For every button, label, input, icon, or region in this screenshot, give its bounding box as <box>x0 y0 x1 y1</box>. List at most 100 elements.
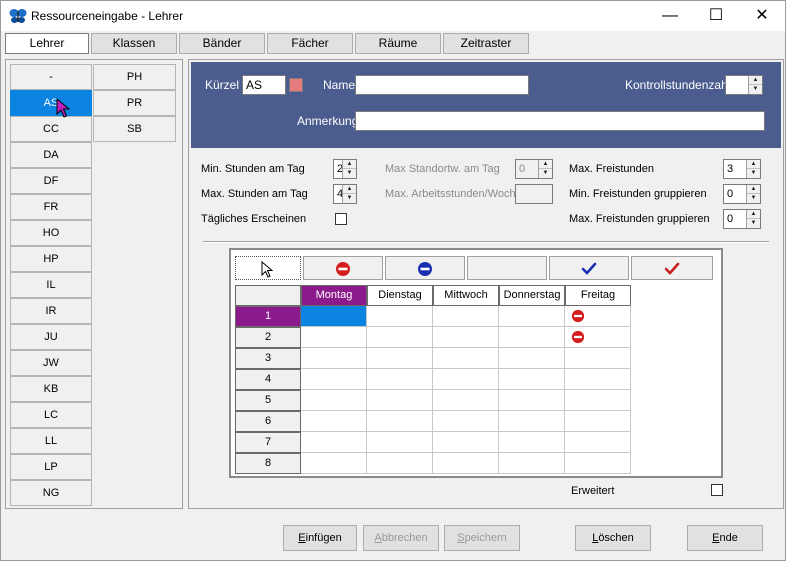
timetable-cell[interactable] <box>367 369 433 390</box>
teacher-item[interactable]: CC <box>10 116 92 142</box>
period-header[interactable]: 4 <box>235 369 301 390</box>
timetable-cell[interactable] <box>565 327 631 348</box>
tool-block-blue-button[interactable] <box>385 256 465 280</box>
max-standortw-spinner[interactable]: 0 ▲ ▼ <box>515 159 553 179</box>
einfuegen-button[interactable]: Einfügen <box>283 525 357 551</box>
timetable-cell[interactable] <box>565 432 631 453</box>
teacher-item[interactable]: LL <box>10 428 92 454</box>
timetable-cell[interactable] <box>499 390 565 411</box>
spin-up-icon[interactable]: ▲ <box>343 160 356 169</box>
period-header[interactable]: 1 <box>235 306 301 327</box>
tool-check-red-button[interactable] <box>631 256 713 280</box>
max-freistunden-spinner[interactable]: 3 ▲ ▼ <box>723 159 761 179</box>
teacher-item[interactable]: LC <box>10 402 92 428</box>
period-header[interactable]: 6 <box>235 411 301 432</box>
ende-button[interactable]: Ende <box>687 525 763 551</box>
timetable-cell[interactable] <box>565 411 631 432</box>
teacher-item[interactable]: DA <box>10 142 92 168</box>
teacher-item[interactable]: NG <box>10 480 92 506</box>
spin-down-icon[interactable]: ▼ <box>539 169 552 178</box>
timetable-cell[interactable] <box>301 327 367 348</box>
teacher-item[interactable]: DF <box>10 168 92 194</box>
timetable-cell[interactable] <box>565 453 631 474</box>
timetable-cell[interactable] <box>367 306 433 327</box>
timetable-cell[interactable] <box>301 453 367 474</box>
erweitert-checkbox[interactable] <box>711 484 723 496</box>
teacher-item[interactable]: - <box>10 64 92 90</box>
timetable-cell[interactable] <box>367 411 433 432</box>
teacher-item[interactable]: PH <box>93 64 176 90</box>
tool-check-blue-button[interactable] <box>549 256 629 280</box>
teacher-item[interactable]: SB <box>93 116 176 142</box>
period-header[interactable]: 2 <box>235 327 301 348</box>
timetable-cell[interactable] <box>301 432 367 453</box>
anmerkung-input[interactable] <box>355 111 765 131</box>
day-header[interactable]: Montag <box>301 285 367 306</box>
tab-zeitraster[interactable]: Zeitraster <box>443 33 529 54</box>
maximize-button[interactable]: ☐ <box>693 1 739 31</box>
speichern-button[interactable]: Speichern <box>444 525 520 551</box>
day-header[interactable]: Donnerstag <box>499 285 565 306</box>
teacher-item[interactable]: IL <box>10 272 92 298</box>
tab-raeume[interactable]: Räume <box>355 33 441 54</box>
day-header[interactable]: Freitag <box>565 285 631 306</box>
timetable-cell[interactable] <box>301 369 367 390</box>
min-freistunden-gruppieren-spinner[interactable]: 0 ▲ ▼ <box>723 184 761 204</box>
timetable-cell[interactable] <box>433 390 499 411</box>
timetable-cell[interactable] <box>433 432 499 453</box>
teacher-color-swatch[interactable] <box>289 78 303 92</box>
taegliches-erscheinen-checkbox[interactable] <box>335 213 347 225</box>
timetable-cell[interactable] <box>367 327 433 348</box>
timetable-cell[interactable] <box>499 348 565 369</box>
timetable-cell[interactable] <box>565 348 631 369</box>
tool-clear-button[interactable] <box>467 256 547 280</box>
day-header[interactable]: Dienstag <box>367 285 433 306</box>
timetable-cell[interactable] <box>499 432 565 453</box>
teacher-item[interactable]: HP <box>10 246 92 272</box>
timetable-cell[interactable] <box>565 390 631 411</box>
teacher-item[interactable]: AS <box>10 90 92 116</box>
timetable-cell[interactable] <box>367 390 433 411</box>
timetable-cell[interactable] <box>367 432 433 453</box>
timetable-cell[interactable] <box>433 453 499 474</box>
timetable-cell[interactable] <box>565 369 631 390</box>
min-stunden-spinner[interactable]: 2 ▲ ▼ <box>333 159 357 179</box>
loeschen-button[interactable]: Löschen <box>575 525 651 551</box>
period-header[interactable]: 5 <box>235 390 301 411</box>
spin-up-icon[interactable]: ▲ <box>747 160 760 169</box>
teacher-item[interactable]: KB <box>10 376 92 402</box>
tab-lehrer[interactable]: Lehrer <box>5 33 89 54</box>
spin-up-icon[interactable]: ▲ <box>747 185 760 194</box>
spin-up-icon[interactable]: ▲ <box>343 185 356 194</box>
spin-down-icon[interactable]: ▼ <box>747 219 760 228</box>
tab-baender[interactable]: Bänder <box>179 33 265 54</box>
timetable-cell[interactable] <box>433 306 499 327</box>
timetable-cell[interactable] <box>433 348 499 369</box>
max-stunden-spinner[interactable]: 4 ▲ ▼ <box>333 184 357 204</box>
minimize-button[interactable]: — <box>647 1 693 31</box>
teacher-item[interactable]: IR <box>10 298 92 324</box>
tool-block-red-button[interactable] <box>303 256 383 280</box>
spin-down-icon[interactable]: ▼ <box>747 169 760 178</box>
timetable-cell[interactable] <box>499 306 565 327</box>
timetable-cell[interactable] <box>499 453 565 474</box>
timetable-cell[interactable] <box>301 306 367 327</box>
spin-down-icon[interactable]: ▼ <box>747 194 760 203</box>
tab-klassen[interactable]: Klassen <box>91 33 177 54</box>
timetable-cell[interactable] <box>433 411 499 432</box>
teacher-item[interactable]: HO <box>10 220 92 246</box>
spin-up-icon[interactable]: ▲ <box>747 210 760 219</box>
timetable-cell[interactable] <box>499 369 565 390</box>
timetable-cell[interactable] <box>433 369 499 390</box>
max-freistunden-gruppieren-spinner[interactable]: 0 ▲ ▼ <box>723 209 761 229</box>
spin-up-icon[interactable]: ▲ <box>749 76 762 85</box>
timetable-cell[interactable] <box>301 348 367 369</box>
teacher-item[interactable]: JU <box>10 324 92 350</box>
period-header[interactable]: 3 <box>235 348 301 369</box>
kontrollstundenzahl-spinner[interactable]: ▲ ▼ <box>725 75 763 95</box>
timetable-cell[interactable] <box>433 327 499 348</box>
teacher-item[interactable]: FR <box>10 194 92 220</box>
spin-down-icon[interactable]: ▼ <box>343 194 356 203</box>
timetable-cell[interactable] <box>499 327 565 348</box>
teacher-item[interactable]: JW <box>10 350 92 376</box>
